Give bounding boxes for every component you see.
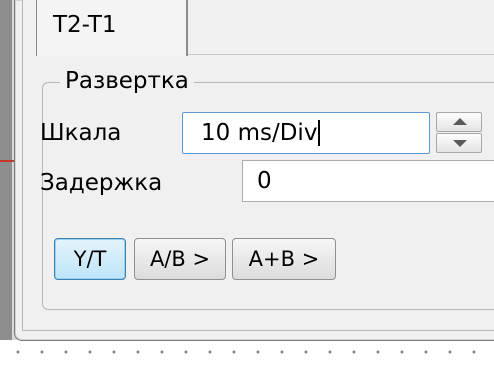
text-caret	[318, 120, 321, 146]
tab-label: T2-T1	[53, 12, 117, 38]
sweep-group-title: Развертка	[60, 68, 194, 94]
tab-divider	[188, 54, 494, 55]
spin-up-button[interactable]	[436, 112, 482, 132]
workspace: T2-T1 Развертка Шкала 10 ms/Div Задержка…	[0, 0, 494, 365]
scale-input[interactable]: 10 ms/Div	[182, 112, 430, 154]
window-edge	[0, 0, 12, 340]
arrow-down-icon	[453, 140, 467, 147]
mode-ab-button[interactable]: A/B >	[134, 238, 226, 280]
arrow-up-icon	[453, 118, 467, 125]
scale-label: Шкала	[40, 120, 122, 146]
delay-input[interactable]: 0	[242, 160, 494, 202]
spin-down-button[interactable]	[436, 133, 482, 153]
scale-spinner	[436, 112, 482, 154]
scale-input-value: 10 ms/Div	[201, 120, 318, 146]
mode-yt-button[interactable]: Y/T	[54, 238, 126, 280]
delay-label: Задержка	[40, 170, 163, 196]
delay-input-value: 0	[257, 168, 272, 194]
grid-dots	[0, 350, 494, 354]
mode-apb-button[interactable]: A+B >	[232, 238, 336, 280]
tab-t2-t1[interactable]: T2-T1	[36, 0, 188, 56]
